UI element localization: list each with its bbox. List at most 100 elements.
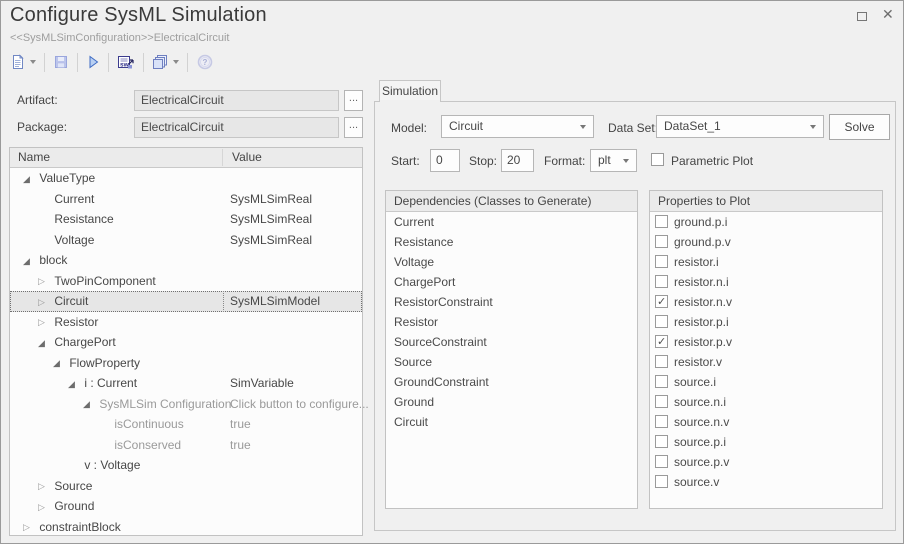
- name-column-header[interactable]: Name: [18, 150, 50, 164]
- tree-node-value: SysMLSimReal: [230, 230, 360, 251]
- property-checkbox[interactable]: [655, 235, 668, 248]
- property-checkbox[interactable]: [655, 455, 668, 468]
- expand-icon[interactable]: ▷: [20, 517, 33, 538]
- stop-input[interactable]: 20: [501, 149, 534, 172]
- property-checkbox[interactable]: [655, 355, 668, 368]
- package-field[interactable]: ElectricalCircuit: [134, 117, 339, 138]
- tree-row[interactable]: Resistance SysMLSimReal: [10, 209, 362, 230]
- property-checkbox[interactable]: [655, 375, 668, 388]
- collapse-icon[interactable]: ◢: [20, 251, 33, 272]
- collapse-icon[interactable]: ◢: [50, 353, 63, 374]
- collapse-icon[interactable]: ◢: [80, 394, 93, 415]
- expand-icon[interactable]: ▷: [35, 271, 48, 292]
- package-browse-button[interactable]: ...: [344, 117, 363, 138]
- chevron-down-icon: [580, 125, 586, 129]
- tree-row[interactable]: ▷ Source: [10, 476, 362, 497]
- configure-sysml-simulation-dialog: Configure SysML Simulation ✕ <<SysMLSimC…: [0, 0, 904, 544]
- help-button[interactable]: ?: [193, 51, 217, 73]
- tree-row[interactable]: isConserved true: [10, 435, 362, 456]
- tree-node-value: true: [230, 414, 360, 435]
- expand-icon[interactable]: ▷: [35, 312, 48, 333]
- tree-row[interactable]: ▷ TwoPinComponent: [10, 271, 362, 292]
- expand-icon[interactable]: ▷: [35, 476, 48, 497]
- property-checkbox[interactable]: [655, 215, 668, 228]
- tree-row[interactable]: ◢ i : Current SimVariable: [10, 373, 362, 394]
- property-checkbox[interactable]: [655, 315, 668, 328]
- collapse-icon[interactable]: ◢: [35, 333, 48, 354]
- copy-configuration-button[interactable]: [149, 52, 182, 72]
- property-checkbox[interactable]: [655, 415, 668, 428]
- dependency-item[interactable]: Circuit: [386, 412, 637, 432]
- property-item[interactable]: source.p.i: [650, 432, 882, 452]
- property-item[interactable]: resistor.v: [650, 352, 882, 372]
- value-column-header[interactable]: Value: [232, 150, 262, 164]
- property-checkbox[interactable]: [655, 475, 668, 488]
- generate-code-button[interactable]: sw: [114, 52, 138, 72]
- tree-node-name: Current: [54, 192, 94, 206]
- property-item[interactable]: source.n.i: [650, 392, 882, 412]
- property-item[interactable]: source.v: [650, 472, 882, 492]
- save-button[interactable]: [50, 52, 72, 72]
- dependency-item[interactable]: Current: [386, 212, 637, 232]
- model-dropdown[interactable]: Circuit: [441, 115, 594, 138]
- collapse-icon[interactable]: ◢: [65, 374, 78, 395]
- close-button[interactable]: ✕: [882, 6, 896, 20]
- artifact-browse-button[interactable]: ...: [344, 90, 363, 111]
- tree-row[interactable]: ◢ SysMLSim Configuration Click button to…: [10, 394, 362, 415]
- tree-row[interactable]: isContinuous true: [10, 414, 362, 435]
- tree-row[interactable]: v : Voltage: [10, 455, 362, 476]
- tree-row[interactable]: ◢ ValueType: [10, 168, 362, 189]
- dependency-item[interactable]: Ground: [386, 392, 637, 412]
- tree-row[interactable]: ◢ ChargePort: [10, 332, 362, 353]
- tree-row[interactable]: ▷ Resistor: [10, 312, 362, 333]
- toolbar-separator: [44, 53, 45, 72]
- expand-icon[interactable]: ▷: [35, 497, 48, 518]
- chevron-down-icon: [623, 159, 629, 163]
- dependency-item[interactable]: Voltage: [386, 252, 637, 272]
- property-item[interactable]: resistor.i: [650, 252, 882, 272]
- dependency-item[interactable]: ResistorConstraint: [386, 292, 637, 312]
- toolbar: sw ?: [7, 48, 217, 76]
- tree-row[interactable]: Voltage SysMLSimReal: [10, 230, 362, 251]
- dependency-item[interactable]: SourceConstraint: [386, 332, 637, 352]
- property-item[interactable]: ✓ resistor.p.v: [650, 332, 882, 352]
- property-item[interactable]: ground.p.v: [650, 232, 882, 252]
- property-checkbox[interactable]: [655, 275, 668, 288]
- dependency-item[interactable]: ChargePort: [386, 272, 637, 292]
- dataset-dropdown[interactable]: DataSet_1: [656, 115, 824, 138]
- dependency-item[interactable]: GroundConstraint: [386, 372, 637, 392]
- format-dropdown[interactable]: plt: [590, 149, 637, 172]
- property-checkbox[interactable]: ✓: [655, 335, 668, 348]
- tree-node-value: SysMLSimModel: [230, 291, 360, 312]
- collapse-icon[interactable]: ◢: [20, 169, 33, 190]
- property-checkbox[interactable]: ✓: [655, 295, 668, 308]
- maximize-button[interactable]: [856, 9, 870, 23]
- property-item[interactable]: source.n.v: [650, 412, 882, 432]
- dependency-item[interactable]: Resistance: [386, 232, 637, 252]
- property-item[interactable]: ground.p.i: [650, 212, 882, 232]
- tree-row[interactable]: ◢ FlowProperty: [10, 353, 362, 374]
- new-configuration-button[interactable]: [7, 52, 39, 72]
- start-input[interactable]: 0: [430, 149, 460, 172]
- expand-icon[interactable]: ▷: [35, 292, 48, 313]
- run-simulation-button[interactable]: [83, 52, 103, 72]
- property-checkbox[interactable]: [655, 435, 668, 448]
- tree-row[interactable]: ▷ constraintBlock: [10, 517, 362, 538]
- property-checkbox[interactable]: [655, 395, 668, 408]
- tree-row[interactable]: ▷ Circuit SysMLSimModel: [10, 291, 362, 312]
- dependency-item[interactable]: Resistor: [386, 312, 637, 332]
- tree-row[interactable]: ▷ Ground: [10, 496, 362, 517]
- tab-simulation[interactable]: Simulation: [379, 80, 441, 102]
- property-item[interactable]: resistor.p.i: [650, 312, 882, 332]
- property-item[interactable]: source.p.v: [650, 452, 882, 472]
- dependency-item[interactable]: Source: [386, 352, 637, 372]
- artifact-field[interactable]: ElectricalCircuit: [134, 90, 339, 111]
- parametric-plot-checkbox[interactable]: [651, 153, 664, 166]
- property-item[interactable]: resistor.n.i: [650, 272, 882, 292]
- property-checkbox[interactable]: [655, 255, 668, 268]
- solve-button[interactable]: Solve: [829, 114, 890, 140]
- property-item[interactable]: ✓ resistor.n.v: [650, 292, 882, 312]
- tree-row[interactable]: Current SysMLSimReal: [10, 189, 362, 210]
- tree-row[interactable]: ◢ block: [10, 250, 362, 271]
- property-item[interactable]: source.i: [650, 372, 882, 392]
